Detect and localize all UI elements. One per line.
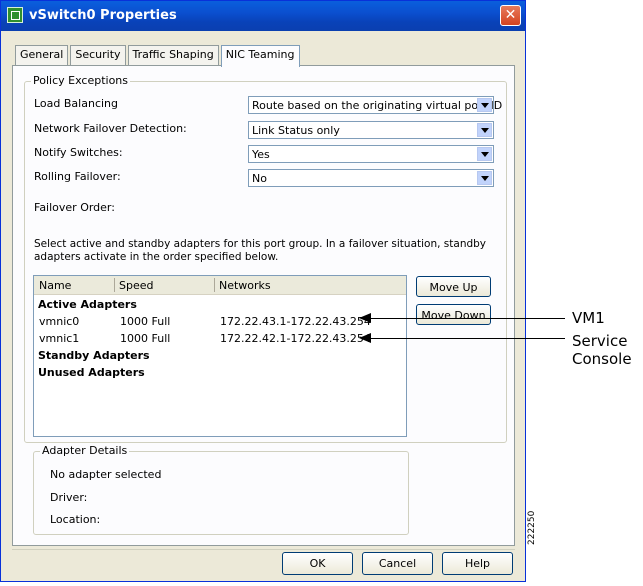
column-divider[interactable] <box>114 278 115 292</box>
adapter-name: vmnic0 <box>39 315 80 328</box>
column-header-networks[interactable]: Networks <box>219 279 271 292</box>
help-button[interactable]: Help <box>442 552 513 575</box>
cancel-button[interactable]: Cancel <box>362 552 433 575</box>
vm1-arrow-line <box>370 318 565 319</box>
driver-label: Driver: <box>50 491 88 504</box>
chevron-down-icon[interactable] <box>477 123 492 137</box>
adapter-details-label: Adapter Details <box>40 444 130 457</box>
adapter-list[interactable]: Name Speed Networks Active Adapters vmni… <box>33 275 407 437</box>
rolling-failover-select[interactable]: No <box>248 169 494 187</box>
move-down-label: Move Down <box>421 309 486 322</box>
service-console-callout-line-2: Console <box>572 350 632 368</box>
notify-switches-select[interactable]: Yes <box>248 145 494 163</box>
network-failover-select[interactable]: Link Status only <box>248 121 494 139</box>
properties-dialog: vSwitch0 Properties ✕ General Security T… <box>0 0 526 582</box>
move-down-button[interactable]: Move Down <box>416 304 491 325</box>
list-header: Name Speed Networks <box>34 276 406 295</box>
active-adapters-label: Active Adapters <box>38 298 137 311</box>
unused-adapters-label: Unused Adapters <box>38 366 145 379</box>
load-balancing-label: Load Balancing <box>34 97 118 110</box>
no-adapter-selected: No adapter selected <box>50 468 162 481</box>
vswitch-app-icon <box>7 7 23 23</box>
chevron-down-icon[interactable] <box>477 98 492 112</box>
column-divider[interactable] <box>214 278 215 292</box>
location-label: Location: <box>50 513 101 526</box>
load-balancing-select[interactable]: Route based on the originating virtual p… <box>248 96 502 114</box>
adapter-speed: 1000 Full <box>120 332 171 345</box>
tab-security[interactable]: Security <box>70 45 126 66</box>
adapter-networks: 172.22.42.1-172.22.43.254 <box>220 332 371 345</box>
move-up-label: Move Up <box>429 281 478 294</box>
adapter-name: vmnic1 <box>39 332 80 345</box>
notify-switches-label: Notify Switches: <box>34 146 123 159</box>
vm1-callout: VM1 <box>572 309 605 327</box>
service-console-arrow-line <box>370 338 565 339</box>
adapter-speed: 1000 Full <box>120 315 171 328</box>
rolling-failover-label: Rolling Failover: <box>34 170 121 183</box>
network-failover-label: Network Failover Detection: <box>34 122 187 135</box>
move-up-button[interactable]: Move Up <box>416 276 491 297</box>
instructions-line-2: adapters activate in the order specified… <box>34 251 279 263</box>
tab-strip: General Security Traffic Shaping NIC Tea… <box>15 44 302 67</box>
chevron-down-icon[interactable] <box>477 171 492 185</box>
policy-exceptions-label: Policy Exceptions <box>31 74 131 87</box>
ok-label: OK <box>309 557 326 570</box>
standby-adapters-header: Standby Adapters <box>34 348 406 364</box>
adapter-networks: 172.22.43.1-172.22.43.254 <box>220 315 371 328</box>
tab-nic-teaming[interactable]: NIC Teaming <box>220 45 300 67</box>
window-title: vSwitch0 Properties <box>29 8 177 23</box>
column-header-name[interactable]: Name <box>39 279 71 292</box>
title-bar[interactable]: vSwitch0 Properties ✕ <box>1 1 525 31</box>
instructions-line-1: Select active and standby adapters for t… <box>34 238 487 250</box>
standby-adapters-label: Standby Adapters <box>38 349 150 362</box>
load-balancing-value: Route based on the originating virtual p… <box>252 99 503 112</box>
notify-switches-value: Yes <box>252 148 270 161</box>
table-row[interactable]: vmnic0 1000 Full 172.22.43.1-172.22.43.2… <box>34 314 406 330</box>
ok-button[interactable]: OK <box>282 552 353 575</box>
unused-adapters-header: Unused Adapters <box>34 365 406 381</box>
network-failover-value: Link Status only <box>252 124 340 137</box>
footer-divider <box>12 549 515 550</box>
tab-general[interactable]: General <box>15 45 69 66</box>
table-row[interactable]: vmnic1 1000 Full 172.22.42.1-172.22.43.2… <box>34 331 406 347</box>
active-adapters-header: Active Adapters <box>34 297 406 313</box>
rolling-failover-value: No <box>252 172 267 185</box>
chevron-down-icon[interactable] <box>477 147 492 161</box>
cancel-label: Cancel <box>378 557 417 570</box>
help-label: Help <box>464 557 491 570</box>
failover-order-label: Failover Order: <box>34 201 115 214</box>
close-button[interactable]: ✕ <box>500 5 521 26</box>
column-header-speed[interactable]: Speed <box>119 279 153 292</box>
service-console-callout-line-1: Service <box>572 332 628 350</box>
tab-traffic-shaping[interactable]: Traffic Shaping <box>127 45 219 66</box>
figure-number: 222250 <box>527 510 537 545</box>
